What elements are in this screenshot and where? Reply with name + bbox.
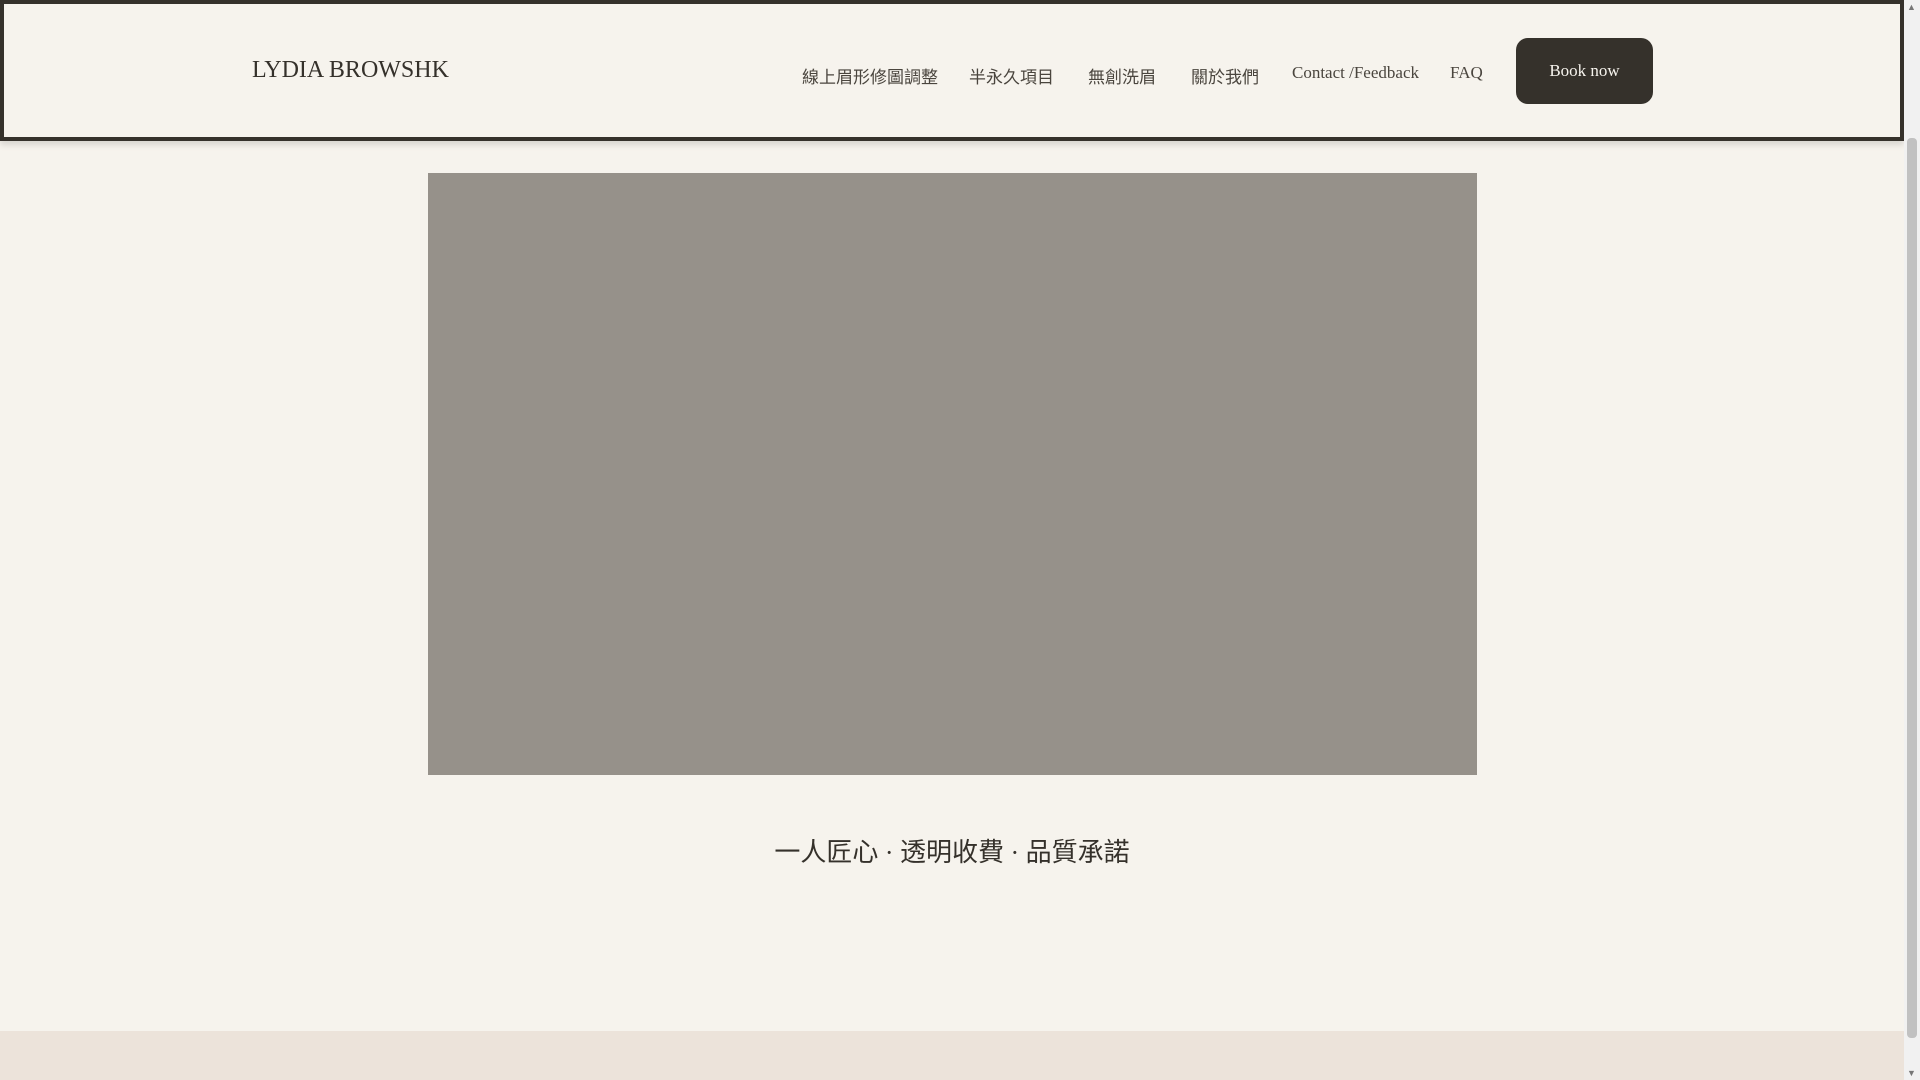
nav-item-brow-removal[interactable]: 無創洗眉 — [1088, 63, 1156, 88]
scroll-down-icon[interactable]: ▼ — [1907, 1068, 1916, 1078]
next-section-band — [0, 1031, 1904, 1080]
vertical-scrollbar[interactable]: ▲ ▼ — [1904, 0, 1920, 1080]
site-logo[interactable]: LYDIA BROWSHK — [252, 57, 449, 84]
page: LYDIA BROWSHK 線上眉形修圖調整 半永久項目 無創洗眉 關於我們 C… — [0, 0, 1904, 1080]
hero-tagline: 一人匠心 · 透明收費 · 品質承諾 — [774, 838, 1130, 867]
nav-item-contact[interactable]: Contact /Feedback — [1292, 63, 1419, 83]
scroll-up-icon[interactable]: ▲ — [1907, 2, 1916, 12]
nav-item-faq[interactable]: FAQ — [1450, 63, 1483, 83]
book-now-button[interactable]: Book now — [1516, 38, 1653, 104]
nav-item-online-brow-edit[interactable]: 線上眉形修圖調整 — [802, 63, 938, 88]
site-header: LYDIA BROWSHK 線上眉形修圖調整 半永久項目 無創洗眉 關於我們 C… — [0, 0, 1904, 141]
scrollbar-thumb[interactable] — [1907, 138, 1917, 1038]
nav-item-semi-permanent[interactable]: 半永久項目 — [969, 63, 1054, 88]
hero-image — [428, 173, 1477, 775]
nav-item-about-us[interactable]: 關於我們 — [1191, 63, 1259, 88]
